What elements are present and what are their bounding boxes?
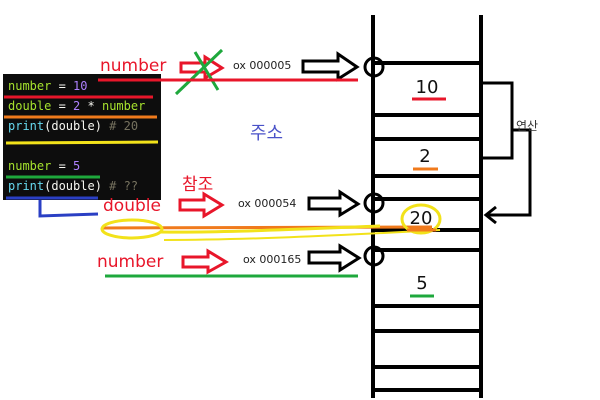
memory-value-1: 10 bbox=[415, 77, 439, 98]
memory-value-3: 20 bbox=[409, 208, 433, 229]
address-title: 주소 bbox=[250, 123, 284, 144]
label-number-top: number bbox=[100, 56, 167, 76]
memory-value-2: 2 bbox=[419, 146, 431, 167]
label-double: double bbox=[103, 196, 161, 216]
address-1: ox 000005 bbox=[233, 59, 292, 72]
address-3: ox 000165 bbox=[243, 253, 302, 266]
black-arrows bbox=[301, 51, 362, 273]
blue-bracket bbox=[38, 200, 99, 218]
diagram-canvas bbox=[4, 15, 532, 398]
operation-label: 연산 bbox=[516, 119, 539, 133]
operation-bracket bbox=[482, 81, 514, 160]
reference-label: 참조 bbox=[182, 175, 214, 195]
label-number-bottom: number bbox=[97, 252, 164, 272]
memory-value-4: 5 bbox=[416, 273, 428, 294]
memory-reference-diagram: number = 10 double = 2 * number print(do… bbox=[0, 0, 600, 400]
operation-arrow-line bbox=[488, 128, 532, 217]
underline-print-1 bbox=[5, 140, 159, 145]
address-2: ox 000054 bbox=[238, 197, 297, 210]
underline-ref-2 bbox=[101, 225, 433, 230]
